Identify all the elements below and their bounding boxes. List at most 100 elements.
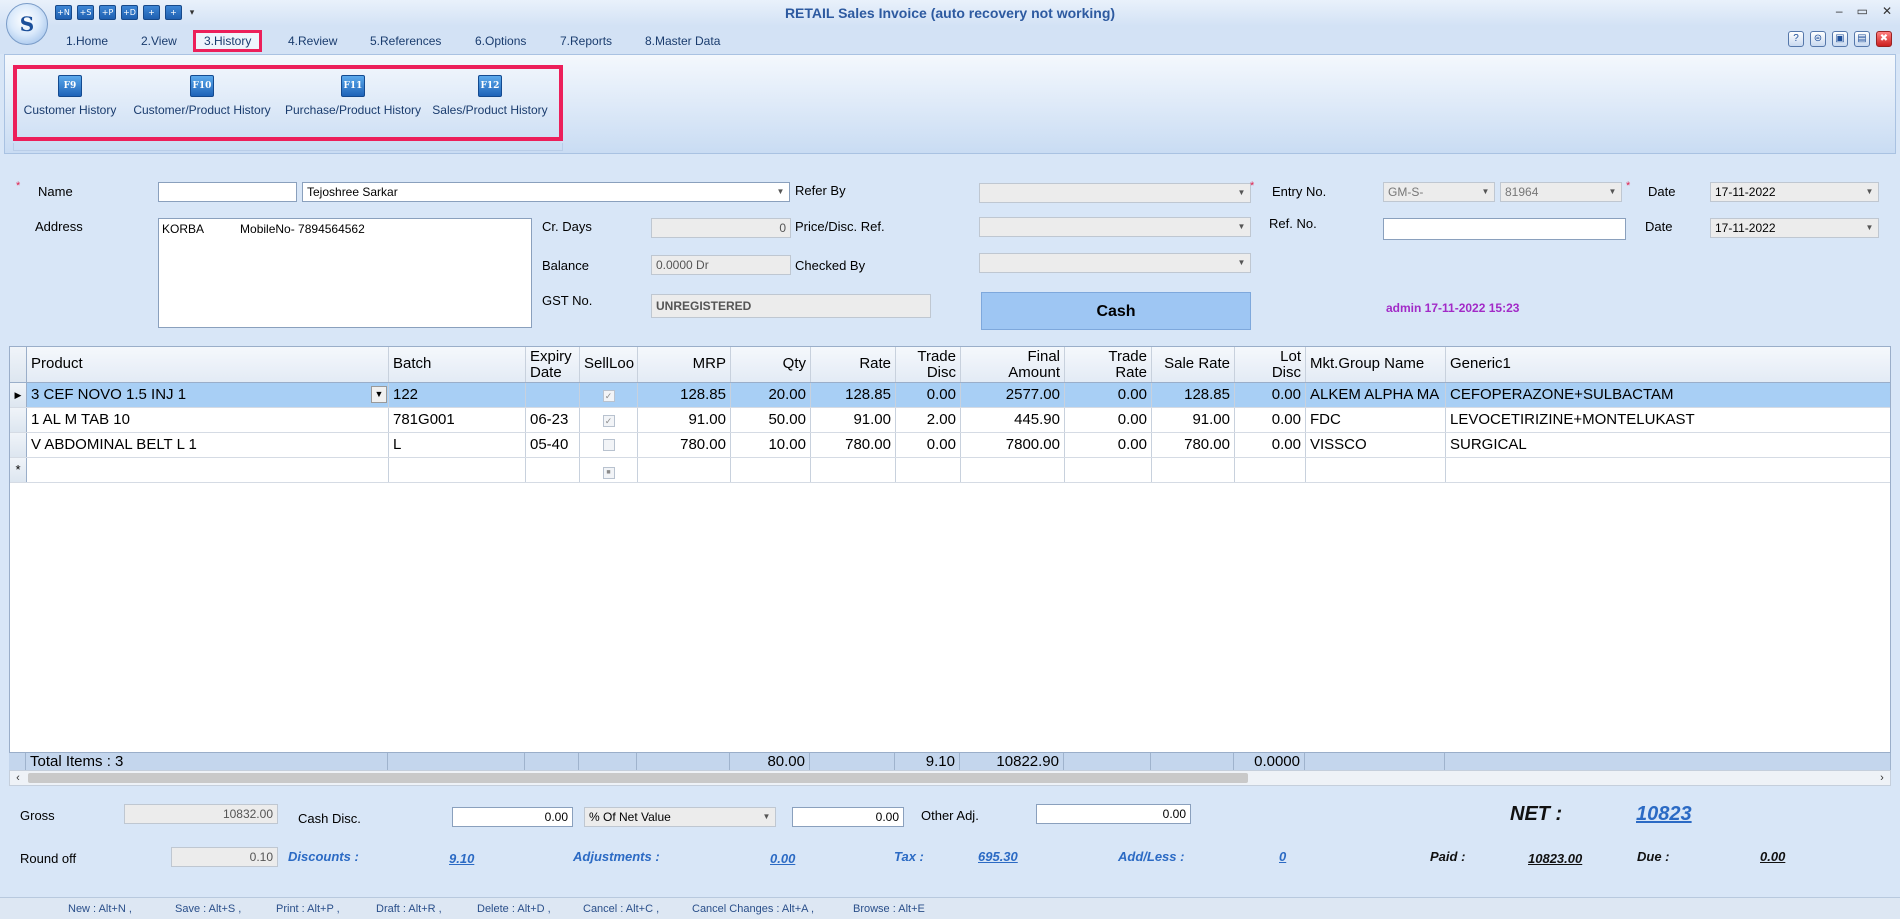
cell-qty[interactable] — [731, 458, 811, 482]
cell-rate[interactable]: 91.00 — [811, 408, 896, 432]
cash-button[interactable]: Cash — [981, 292, 1251, 330]
tab-review[interactable]: 4.Review — [280, 30, 345, 52]
cell-trade-disc[interactable]: 0.00 — [896, 383, 961, 407]
tab-view[interactable]: 2.View — [133, 30, 185, 52]
other-adj-input[interactable]: 0.00 — [1036, 804, 1191, 824]
cell-generic[interactable]: SURGICAL — [1446, 433, 1890, 457]
refer-by-combo[interactable]: ▼ — [979, 183, 1251, 203]
chevron-down-icon[interactable]: ▼ — [1235, 186, 1248, 200]
tab-master-data[interactable]: 8.Master Data — [637, 30, 728, 52]
cell-rate[interactable] — [811, 458, 896, 482]
cell-sale-rate[interactable]: 780.00 — [1152, 433, 1235, 457]
col-product[interactable]: Product — [27, 347, 389, 382]
cell-product[interactable]: 1 AL M TAB 10 — [27, 408, 389, 432]
chevron-down-icon[interactable]: ▼ — [1863, 221, 1876, 235]
table-row[interactable]: ▶ 3 CEF NOVO 1.5 INJ 1 ▼ 122 ✓ 128.85 20.… — [10, 383, 1890, 408]
col-trade-rate[interactable]: Trade Rate — [1065, 347, 1152, 382]
addless-value[interactable]: 0 — [1279, 849, 1286, 864]
cell-product[interactable]: V ABDOMINAL BELT L 1 — [27, 433, 389, 457]
chevron-down-icon[interactable]: ▼ — [1235, 220, 1248, 234]
col-sale-rate[interactable]: Sale Rate — [1152, 347, 1235, 382]
scroll-left-icon[interactable]: ‹ — [11, 771, 25, 785]
cr-days-input[interactable]: 0 — [651, 218, 791, 238]
cell-batch[interactable]: 781G001 — [389, 408, 526, 432]
cash-disc-mode-select[interactable]: % Of Net Value ▼ — [584, 807, 776, 827]
minimize-icon[interactable]: – — [1836, 4, 1843, 18]
cell-rate[interactable]: 128.85 — [811, 383, 896, 407]
database-icon[interactable]: ⊜ — [1810, 31, 1826, 47]
scroll-right-icon[interactable]: › — [1875, 771, 1889, 785]
cell-mkt-group[interactable]: VISSCO — [1306, 433, 1446, 457]
cell-sale-rate[interactable] — [1152, 458, 1235, 482]
cell-mrp[interactable] — [638, 458, 731, 482]
exit-icon[interactable]: ✖ — [1876, 31, 1892, 47]
maximize-icon[interactable]: ▭ — [1857, 4, 1868, 18]
cell-expiry[interactable] — [526, 383, 580, 407]
cell-mrp[interactable]: 128.85 — [638, 383, 731, 407]
col-final-amount[interactable]: Final Amount — [961, 347, 1065, 382]
cell-sale-rate[interactable]: 91.00 — [1152, 408, 1235, 432]
product-dropdown-icon[interactable]: ▼ — [371, 386, 387, 403]
cell-lot-disc[interactable]: 0.00 — [1235, 408, 1306, 432]
due-value[interactable]: 0.00 — [1760, 849, 1785, 864]
col-trade-disc[interactable]: Trade Disc — [896, 347, 961, 382]
shortcut-browse[interactable]: Browse : Alt+E — [853, 903, 925, 915]
cell-trade-disc[interactable]: 2.00 — [896, 408, 961, 432]
paid-value[interactable]: 10823.00 — [1528, 851, 1582, 866]
shortcut-draft[interactable]: Draft : Alt+R , — [376, 903, 442, 915]
cell-trade-disc[interactable] — [896, 458, 961, 482]
tab-reports[interactable]: 7.Reports — [552, 30, 620, 52]
cell-sell-loose[interactable]: ✓ — [580, 408, 638, 432]
shortcut-print[interactable]: Print : Alt+P , — [276, 903, 340, 915]
cell-sell-loose[interactable]: ■ — [580, 458, 638, 482]
tab-history[interactable]: 3.History — [193, 30, 263, 52]
customer-name-combo[interactable]: Tejoshree Sarkar ▼ — [302, 182, 790, 202]
cell-lot-disc[interactable]: 0.00 — [1235, 433, 1306, 457]
col-mrp[interactable]: MRP — [638, 347, 731, 382]
help-icon[interactable]: ? — [1788, 31, 1804, 47]
cell-trade-rate[interactable]: 0.00 — [1065, 383, 1152, 407]
tab-references[interactable]: 5.References — [362, 30, 449, 52]
cell-trade-rate[interactable]: 0.00 — [1065, 433, 1152, 457]
col-qty[interactable]: Qty — [731, 347, 811, 382]
col-generic1[interactable]: Generic1 — [1446, 347, 1890, 382]
new-row[interactable]: * ■ — [10, 458, 1890, 483]
price-disc-ref-combo[interactable]: ▼ — [979, 217, 1251, 237]
cell-sell-loose[interactable]: ✓ — [580, 383, 638, 407]
chevron-down-icon[interactable]: ▼ — [1606, 185, 1619, 199]
sell-loose-checkbox[interactable]: ✓ — [602, 390, 615, 402]
cell-mkt-group[interactable]: FDC — [1306, 408, 1446, 432]
col-mkt-group-name[interactable]: Mkt.Group Name — [1306, 347, 1446, 382]
col-rate[interactable]: Rate — [811, 347, 896, 382]
customer-code-input[interactable] — [158, 182, 297, 202]
net-value[interactable]: 10823 — [1636, 803, 1692, 826]
notes-icon[interactable]: ▤ — [1854, 31, 1870, 47]
cell-sale-rate[interactable]: 128.85 — [1152, 383, 1235, 407]
shortcut-cancel-changes[interactable]: Cancel Changes : Alt+A , — [692, 903, 814, 915]
cell-final-amount[interactable]: 7800.00 — [961, 433, 1065, 457]
entry-prefix-combo[interactable]: GM-S- ▼ — [1383, 182, 1495, 202]
cell-mrp[interactable]: 91.00 — [638, 408, 731, 432]
cell-lot-disc[interactable] — [1235, 458, 1306, 482]
chevron-down-icon[interactable]: ▼ — [1479, 185, 1492, 199]
cell-mkt-group[interactable]: ALKEM ALPHA MA — [1306, 383, 1446, 407]
cell-lot-disc[interactable]: 0.00 — [1235, 383, 1306, 407]
cell-sell-loose[interactable] — [580, 433, 638, 457]
cell-qty[interactable]: 50.00 — [731, 408, 811, 432]
close-icon[interactable]: ✕ — [1882, 4, 1892, 18]
scrollbar-thumb[interactable] — [28, 773, 1248, 783]
app-logo[interactable]: S — [6, 3, 48, 45]
shortcut-cancel[interactable]: Cancel : Alt+C , — [583, 903, 659, 915]
cell-batch[interactable]: L — [389, 433, 526, 457]
cell-final-amount[interactable] — [961, 458, 1065, 482]
cell-qty[interactable]: 10.00 — [731, 433, 811, 457]
cash-disc-input[interactable]: 0.00 — [452, 807, 573, 827]
cell-batch[interactable]: 122 — [389, 383, 526, 407]
cell-product[interactable]: 3 CEF NOVO 1.5 INJ 1 ▼ — [27, 383, 389, 407]
address-textarea[interactable]: KORBA MobileNo- 7894564562 — [158, 218, 532, 328]
checked-by-combo[interactable]: ▼ — [979, 253, 1251, 273]
shortcut-save[interactable]: Save : Alt+S , — [175, 903, 241, 915]
tax-value[interactable]: 695.30 — [978, 849, 1018, 864]
cell-expiry[interactable]: 06-23 — [526, 408, 580, 432]
date-picker[interactable]: 17-11-2022 ▼ — [1710, 182, 1879, 202]
